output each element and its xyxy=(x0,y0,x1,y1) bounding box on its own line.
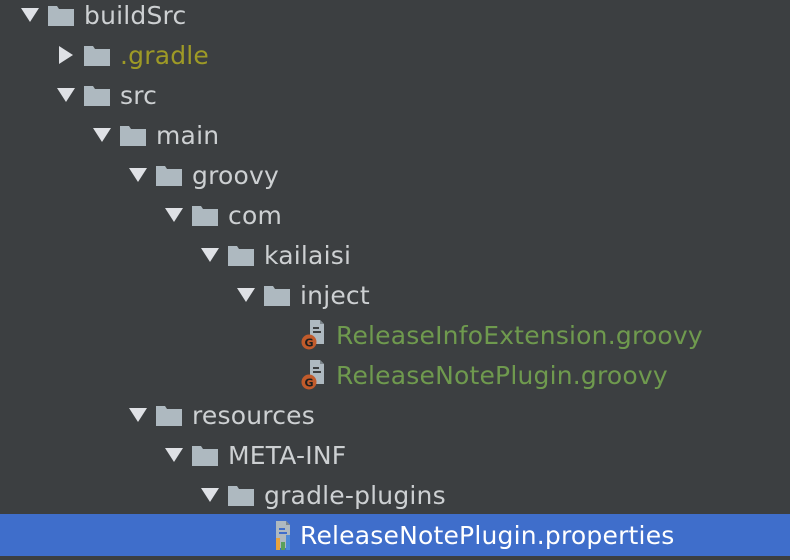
folder-icon xyxy=(228,475,264,515)
tree-item-gradle[interactable]: .gradle xyxy=(0,35,790,75)
tree-item-src[interactable]: src xyxy=(0,75,790,115)
folder-icon xyxy=(156,395,192,435)
tree-item-label: src xyxy=(120,80,158,110)
tree-item-groovy[interactable]: groovy xyxy=(0,155,790,195)
chevron-down-icon[interactable] xyxy=(120,395,156,435)
tree-item-kailaisi[interactable]: kailaisi xyxy=(0,235,790,275)
folder-icon xyxy=(48,0,84,35)
chevron-down-icon[interactable] xyxy=(156,435,192,475)
folder-icon xyxy=(120,115,156,155)
tree-item-label: inject xyxy=(300,280,370,310)
tree-item-label: ReleaseNotePlugin.groovy xyxy=(336,360,668,390)
tree-item-release-note-plugin-groovy[interactable]: G ReleaseNotePlugin.groovy xyxy=(0,355,790,395)
tree-item-label: ReleaseNotePlugin.properties xyxy=(300,520,675,550)
tree-item-resources[interactable]: resources xyxy=(0,395,790,435)
chevron-right-icon[interactable] xyxy=(48,35,84,75)
chevron-down-icon[interactable] xyxy=(192,475,228,515)
tree-item-label: com xyxy=(228,200,282,230)
folder-icon xyxy=(192,435,228,475)
tree-item-label: gradle-plugins xyxy=(264,480,446,510)
groovy-file-icon: G xyxy=(300,355,336,395)
chevron-down-icon[interactable] xyxy=(48,75,84,115)
tree-item-inject[interactable]: inject xyxy=(0,275,790,315)
chevron-down-icon[interactable] xyxy=(192,235,228,275)
tree-item-label: main xyxy=(156,120,220,150)
folder-icon xyxy=(228,235,264,275)
tree-item-main[interactable]: main xyxy=(0,115,790,155)
tree-item-buildsrc[interactable]: buildSrc xyxy=(0,0,790,35)
tree-item-label: .gradle xyxy=(120,40,210,70)
folder-icon xyxy=(156,155,192,195)
tree-item-gradle-plugins[interactable]: gradle-plugins xyxy=(0,475,790,515)
tree-item-label: META-INF xyxy=(228,440,347,470)
tree-item-label: groovy xyxy=(192,160,279,190)
chevron-down-icon[interactable] xyxy=(12,0,48,35)
tree-item-label: buildSrc xyxy=(84,0,187,30)
tree-item-label: ReleaseInfoExtension.groovy xyxy=(336,320,703,350)
folder-icon xyxy=(192,195,228,235)
tree-item-label: kailaisi xyxy=(264,240,352,270)
tree-item-release-note-plugin-properties[interactable]: ReleaseNotePlugin.properties xyxy=(0,514,790,556)
chevron-down-icon[interactable] xyxy=(228,275,264,315)
tree-item-label: resources xyxy=(192,400,315,430)
chevron-down-icon[interactable] xyxy=(120,155,156,195)
tree-item-meta-inf[interactable]: META-INF xyxy=(0,435,790,475)
folder-icon xyxy=(84,35,120,75)
tree-item-com[interactable]: com xyxy=(0,195,790,235)
properties-file-icon xyxy=(264,515,300,555)
svg-text:G: G xyxy=(304,337,313,350)
chevron-down-icon[interactable] xyxy=(84,115,120,155)
project-tree: buildSrc .gradle src main groovy com kai… xyxy=(0,0,790,560)
chevron-down-icon[interactable] xyxy=(156,195,192,235)
groovy-file-icon: G xyxy=(300,315,336,355)
folder-icon xyxy=(264,275,300,315)
tree-item-release-info-extension[interactable]: G ReleaseInfoExtension.groovy xyxy=(0,315,790,355)
svg-text:G: G xyxy=(304,377,313,390)
folder-icon xyxy=(84,75,120,115)
